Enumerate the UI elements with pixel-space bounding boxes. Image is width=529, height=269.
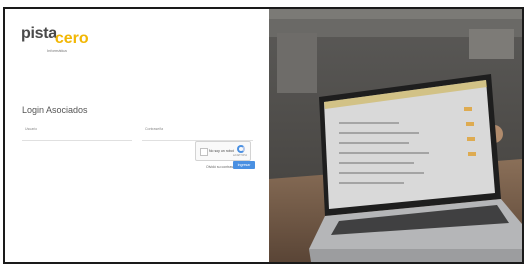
brand-word-2: cero — [54, 30, 89, 47]
user-label: Usuario — [25, 127, 38, 131]
brand-logo: pistacero Informática — [21, 25, 89, 53]
laptop-photo-illustration — [269, 9, 522, 262]
brand-word-1: pista — [21, 25, 57, 42]
login-panel: pistacero Informática Login Asociados Us… — [5, 9, 269, 262]
page-frame: pistacero Informática Login Asociados Us… — [3, 7, 524, 264]
recaptcha-icon — [237, 145, 245, 153]
recaptcha-brand: reCAPTCHA — [232, 154, 247, 157]
submit-button[interactable]: Ingresar — [233, 161, 255, 169]
hero-photo — [269, 9, 522, 262]
password-label: Contraseña — [145, 127, 164, 131]
recaptcha-checkbox[interactable] — [200, 148, 208, 156]
recaptcha-widget[interactable]: No soy un robot reCAPTCHA — [195, 141, 251, 161]
recaptcha-label: No soy un robot — [209, 149, 234, 153]
password-field[interactable] — [142, 133, 253, 141]
brand-tagline: Informática — [47, 48, 67, 53]
login-title: Login Asociados — [22, 105, 88, 115]
user-field[interactable] — [22, 133, 132, 141]
